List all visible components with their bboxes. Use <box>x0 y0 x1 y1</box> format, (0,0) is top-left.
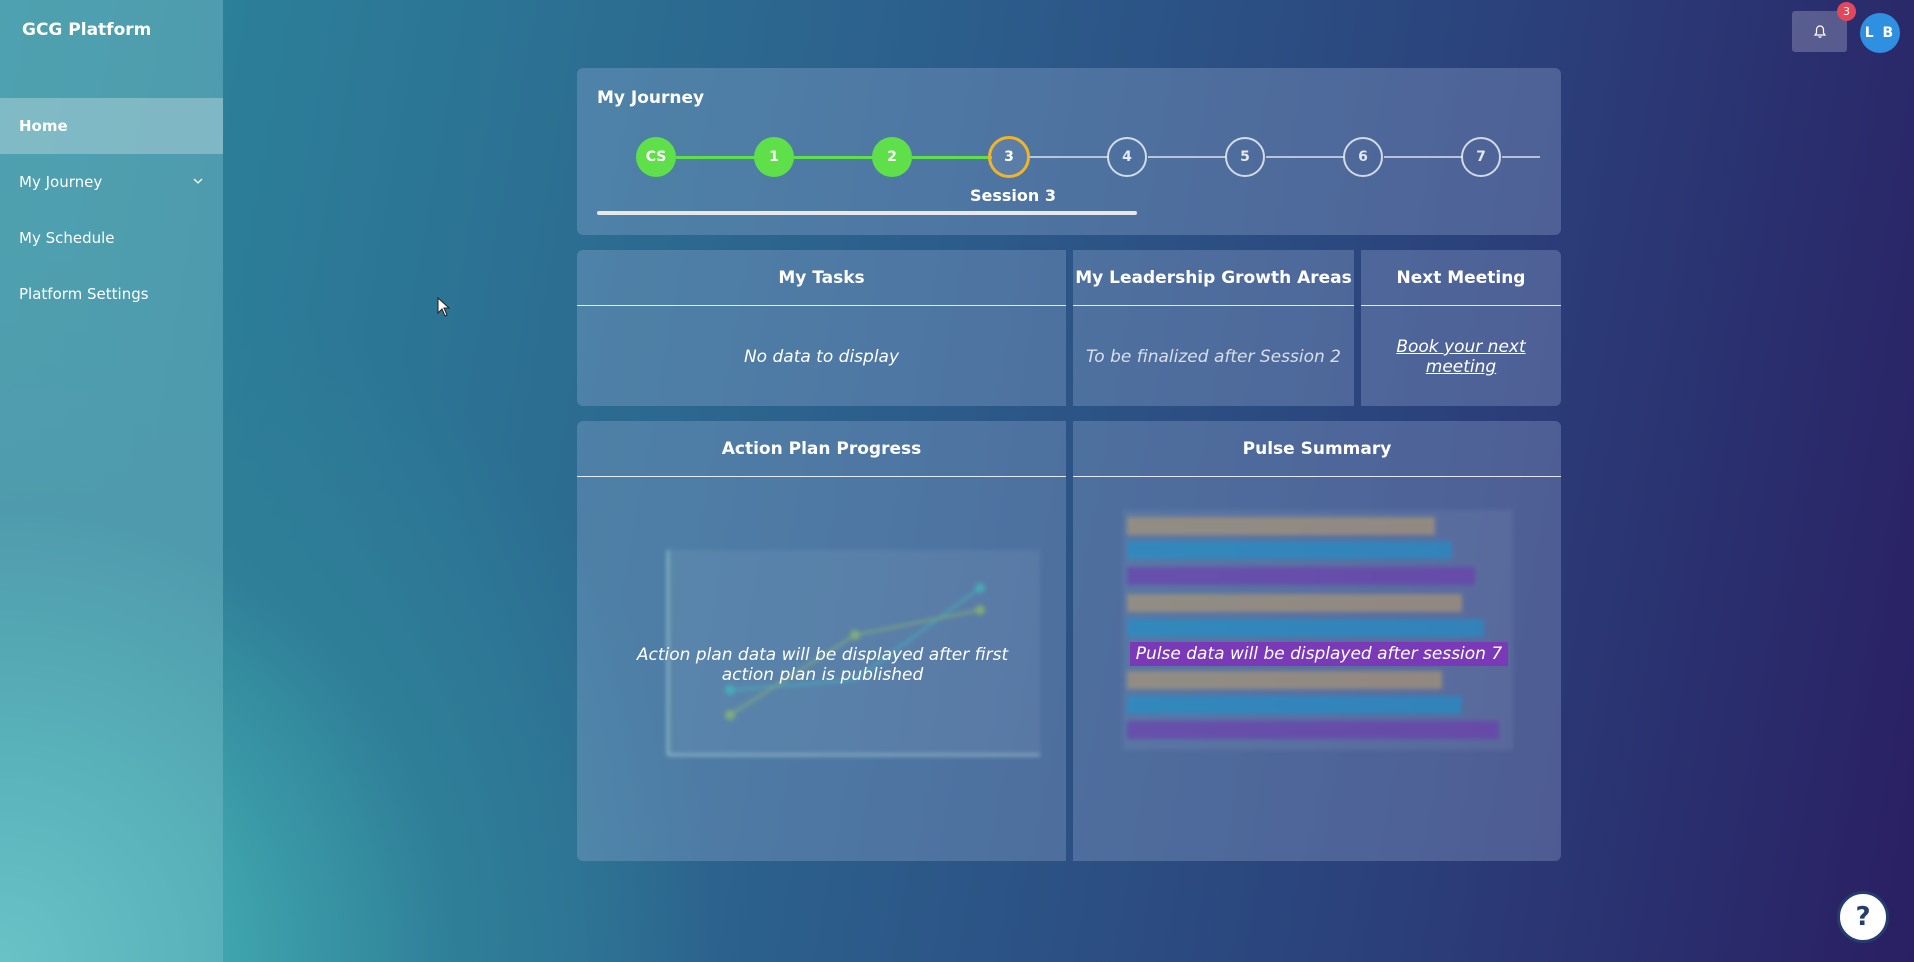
stepper-connector <box>1384 156 1462 158</box>
tasks-empty-message: No data to display <box>743 347 900 367</box>
journey-step-7[interactable]: 7 <box>1461 137 1501 177</box>
stepper-connector <box>1148 156 1226 158</box>
journey-step-6[interactable]: 6 <box>1343 137 1383 177</box>
tasks-card: My Tasks No data to display <box>577 250 1066 406</box>
sidebar-item-label: My Journey <box>19 173 103 191</box>
growth-areas-message: To be finalized after Session 2 <box>1086 347 1341 367</box>
journey-step-1[interactable]: 1 <box>754 137 794 177</box>
sidebar: GCG Platform Home My Journey My Schedule… <box>0 0 223 962</box>
pulse-title: Pulse Summary <box>1073 421 1561 477</box>
stepper-connector <box>1266 156 1344 158</box>
journey-step-3[interactable]: 3 <box>988 136 1030 178</box>
help-button[interactable]: ? <box>1837 891 1889 943</box>
pulse-message: Pulse data will be displayed after sessi… <box>1130 642 1508 666</box>
action-plan-title: Action Plan Progress <box>577 421 1066 477</box>
journey-progress-bar <box>597 211 1137 215</box>
stepper-connector <box>1030 156 1108 158</box>
journey-step-5[interactable]: 5 <box>1225 137 1265 177</box>
bell-icon <box>1813 24 1826 38</box>
user-avatar[interactable]: L B <box>1860 13 1900 53</box>
app-title[interactable]: GCG Platform <box>22 20 151 40</box>
sidebar-item-my-schedule[interactable]: My Schedule <box>0 210 223 266</box>
current-session-label: Session 3 <box>970 186 1056 205</box>
book-meeting-link[interactable]: Book your next meeting <box>1361 337 1561 377</box>
sidebar-item-home[interactable]: Home <box>0 98 223 154</box>
next-meeting-title: Next Meeting <box>1361 250 1561 306</box>
sidebar-item-platform-settings[interactable]: Platform Settings <box>0 266 223 322</box>
next-meeting-card: Next Meeting Book your next meeting <box>1361 250 1561 406</box>
journey-step-cs[interactable]: CS <box>636 137 676 177</box>
sidebar-item-my-journey[interactable]: My Journey <box>0 154 223 210</box>
sidebar-nav: Home My Journey My Schedule Platform Set… <box>0 98 223 322</box>
growth-areas-title: My Leadership Growth Areas <box>1073 250 1354 306</box>
mouse-cursor-icon <box>437 297 451 317</box>
growth-areas-card: My Leadership Growth Areas To be finaliz… <box>1073 250 1354 406</box>
sidebar-item-label: Home <box>19 117 68 135</box>
stepper-connector <box>794 156 874 159</box>
sidebar-item-label: Platform Settings <box>19 285 149 303</box>
stepper-connector <box>1502 156 1540 158</box>
sidebar-item-label: My Schedule <box>19 229 115 247</box>
journey-step-2[interactable]: 2 <box>872 137 912 177</box>
journey-card: My Journey <box>577 68 1561 235</box>
journey-title: My Journey <box>597 88 705 108</box>
stepper-connector <box>912 156 992 159</box>
chevron-down-icon <box>193 178 203 184</box>
stepper-connector <box>676 156 756 159</box>
notification-badge: 3 <box>1837 2 1856 21</box>
action-plan-message: Action plan data will be displayed after… <box>636 645 1009 685</box>
journey-step-4[interactable]: 4 <box>1107 137 1147 177</box>
tasks-title: My Tasks <box>577 250 1066 306</box>
